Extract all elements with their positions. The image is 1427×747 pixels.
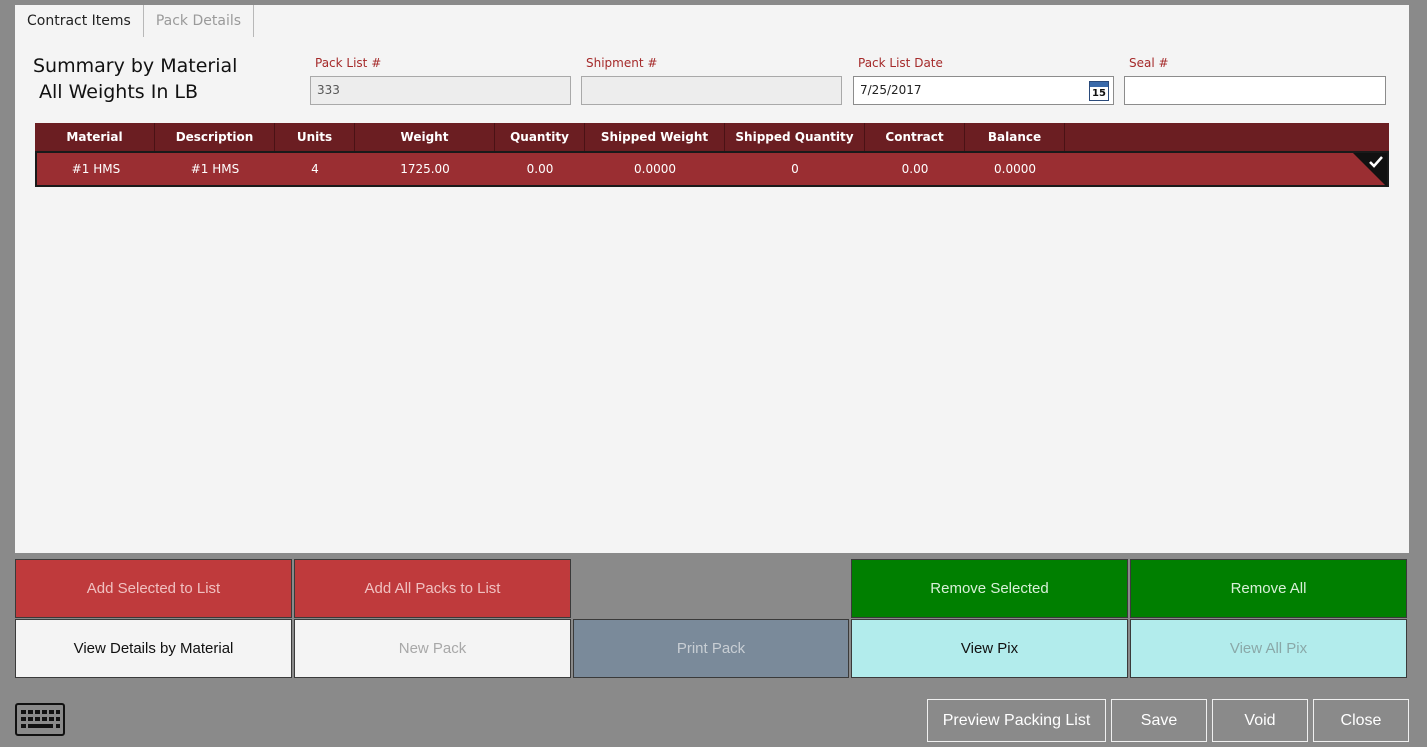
shipment-label: Shipment # [586,56,658,70]
add-all-packs-button[interactable]: Add All Packs to List [294,559,571,618]
summary-subtitle: All Weights In LB [39,81,199,103]
cell-description: #1 HMS [190,162,240,176]
new-pack-button[interactable]: New Pack [294,619,571,678]
tab-strip: Contract Items Pack Details [15,5,255,39]
main-panel: Contract Items Pack Details Summary by M… [15,5,1409,553]
column-header[interactable]: Contract [865,123,965,151]
cell-units: 4 [311,162,319,176]
column-header[interactable]: Quantity [495,123,585,151]
cell-shipped-quantity: 0 [791,162,799,176]
close-button[interactable]: Close [1313,699,1409,742]
column-header[interactable]: Shipped Weight [585,123,725,151]
remove-selected-button[interactable]: Remove Selected [851,559,1128,618]
remove-all-button[interactable]: Remove All [1130,559,1407,618]
summary-title: Summary by Material [33,55,238,77]
cell-quantity: 0.00 [526,162,554,176]
pack-list-date-field[interactable]: 7/25/2017 15 [853,76,1114,105]
materials-grid: Material Description Units Weight Quanti… [35,123,1389,187]
void-button[interactable]: Void [1212,699,1308,742]
cell-balance: 0.0000 [994,162,1036,176]
keyboard-glyph [21,710,60,728]
pack-list-date-label: Pack List Date [858,56,943,70]
pack-list-date-value: 7/25/2017 [860,83,922,97]
seal-label: Seal # [1129,56,1169,70]
tab-contract-items[interactable]: Contract Items [15,5,144,37]
view-all-pix-button[interactable]: View All Pix [1130,619,1407,678]
view-details-button[interactable]: View Details by Material [15,619,292,678]
calendar-icon[interactable]: 15 [1089,81,1109,101]
shipment-field[interactable] [581,76,842,105]
print-pack-button[interactable]: Print Pack [573,619,849,678]
column-header[interactable]: Weight [355,123,495,151]
cell-material: #1 HMS [71,162,121,176]
cell-weight: 1725.00 [400,162,450,176]
seal-field[interactable] [1124,76,1386,105]
preview-packing-list-button[interactable]: Preview Packing List [927,699,1106,742]
column-header[interactable]: Units [275,123,355,151]
save-button[interactable]: Save [1111,699,1207,742]
add-selected-button[interactable]: Add Selected to List [15,559,292,618]
view-pix-button[interactable]: View Pix [851,619,1128,678]
checkmark-icon [1369,156,1383,168]
column-header[interactable]: Shipped Quantity [725,123,865,151]
tab-pack-details[interactable]: Pack Details [144,5,255,37]
grid-header: Material Description Units Weight Quanti… [35,123,1389,151]
column-header[interactable]: Material [35,123,155,151]
pack-list-label: Pack List # [315,56,382,70]
cell-shipped-weight: 0.0000 [634,162,676,176]
table-row[interactable]: #1 HMS #1 HMS 4 1725.00 0.00 0.0000 0 0.… [35,151,1389,187]
cell-contract: 0.00 [901,162,929,176]
column-header[interactable]: Balance [965,123,1065,151]
calendar-day: 15 [1092,88,1106,99]
keyboard-icon[interactable] [15,703,65,736]
column-header[interactable]: Description [155,123,275,151]
pack-list-field[interactable]: 333 [310,76,571,105]
